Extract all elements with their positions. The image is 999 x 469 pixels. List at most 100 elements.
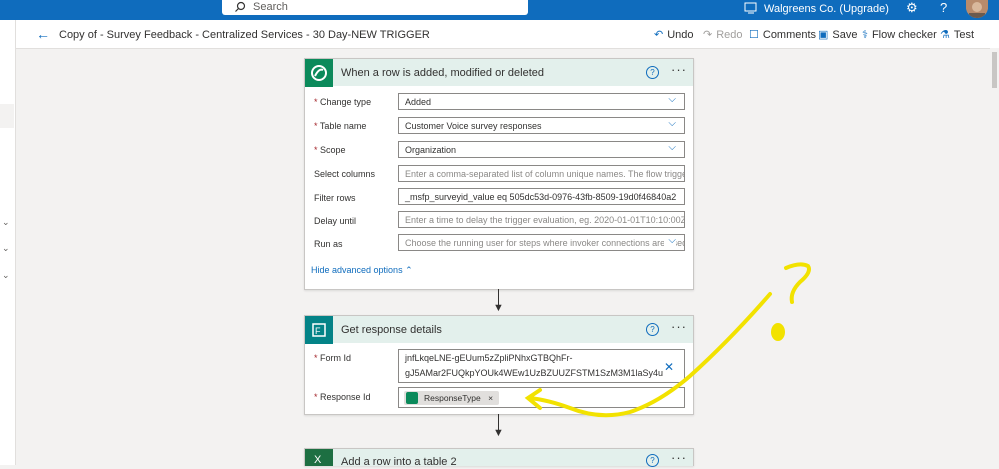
settings-gear-icon[interactable]: ⚙: [906, 0, 918, 16]
svg-text:X: X: [314, 454, 322, 466]
comments-button[interactable]: ☐ Comments: [749, 28, 816, 41]
hide-advanced-label: Hide advanced options: [311, 265, 403, 275]
more-options-icon[interactable]: ···: [671, 319, 687, 334]
clear-close-icon[interactable]: ✕: [664, 360, 674, 374]
environment-name[interactable]: Walgreens Co. (Upgrade): [764, 3, 889, 15]
dynamic-content-token[interactable]: ResponseType ×: [404, 391, 500, 405]
save-button[interactable]: ▣ Save: [818, 28, 857, 41]
change-type-value: Added: [405, 97, 432, 107]
delay-until-label: Delay until: [314, 216, 357, 226]
redo-label: Redo: [716, 29, 743, 41]
change-type-label: * Change type: [314, 97, 371, 107]
undo-button[interactable]: ↶ Undo: [654, 28, 694, 41]
hide-advanced-options-link[interactable]: Hide advanced options ⌃: [311, 265, 413, 276]
undo-label: Undo: [667, 29, 694, 41]
select-columns-label: Select columns: [314, 169, 376, 179]
search-placeholder: Search: [253, 1, 288, 13]
excel-icon: X: [305, 449, 333, 466]
chevron-down-icon: ⌵: [664, 235, 676, 246]
test-button[interactable]: ⚗ Test: [940, 28, 974, 41]
environment-icon: [744, 2, 758, 17]
get-response-details-card: F Get response details ? ··· * Form Id j…: [304, 315, 694, 415]
chevron-down-icon[interactable]: ⌄: [2, 217, 10, 228]
run-as-label: Run as: [314, 239, 343, 249]
trigger-card-title: When a row is added, modified or deleted: [341, 67, 545, 79]
left-navigation-rail: ⌄ ⌄ ⌄: [0, 20, 16, 465]
dataverse-token-icon: [406, 392, 418, 404]
token-label: ResponseType: [424, 393, 481, 403]
help-circle-icon[interactable]: ?: [646, 323, 659, 336]
chevron-down-icon[interactable]: ⌄: [2, 270, 10, 281]
table-name-value: Customer Voice survey responses: [405, 121, 542, 131]
stethoscope-icon: ⚕: [862, 29, 868, 41]
filter-rows-label: Filter rows: [314, 193, 356, 203]
flow-checker-button[interactable]: ⚕ Flow checker: [862, 28, 937, 41]
search-icon: [234, 1, 246, 16]
filter-rows-input[interactable]: _msfp_surveyid_value eq 505dc53d-0976-43…: [398, 188, 685, 205]
table-name-dropdown[interactable]: Customer Voice survey responses ⌵: [398, 117, 685, 134]
required-marker: *: [314, 145, 318, 155]
select-columns-placeholder: Enter a comma-separated list of column u…: [405, 169, 684, 179]
search-box[interactable]: Search: [222, 0, 528, 15]
redo-button[interactable]: ↷ Redo: [703, 28, 743, 41]
help-circle-icon[interactable]: ?: [646, 454, 659, 467]
back-arrow-icon[interactable]: ←: [36, 26, 50, 42]
trigger-card: When a row is added, modified or deleted…: [304, 58, 694, 290]
comments-label: Comments: [762, 29, 817, 41]
forms-icon: F: [305, 316, 333, 344]
save-icon: ▣: [818, 29, 829, 41]
add-row-into-table-card: X Add a row into a table 2 ? ···: [304, 448, 694, 468]
form-id-label: * Form Id: [314, 353, 351, 363]
scope-value: Organization: [405, 145, 457, 155]
left-rail-selected-item[interactable]: [0, 104, 14, 128]
chevron-up-icon: ⌃: [405, 265, 413, 275]
form-id-label-text: Form Id: [320, 353, 352, 363]
redo-icon: ↷: [703, 29, 713, 41]
avatar[interactable]: [966, 0, 988, 18]
required-marker: *: [314, 121, 318, 131]
response-card-title: Get response details: [341, 324, 442, 336]
excel-card-title: Add a row into a table 2: [341, 456, 457, 468]
response-card-header[interactable]: F Get response details ? ···: [305, 316, 693, 344]
change-type-dropdown[interactable]: Added ⌵: [398, 93, 685, 110]
trigger-card-header[interactable]: When a row is added, modified or deleted…: [305, 59, 693, 87]
help-icon[interactable]: ?: [940, 0, 947, 15]
scope-dropdown[interactable]: Organization ⌵: [398, 141, 685, 158]
table-name-label: * Table name: [314, 121, 366, 131]
scrollbar-thumb[interactable]: [992, 52, 997, 88]
filter-rows-value: _msfp_surveyid_value eq 505dc53d-0976-43…: [405, 192, 677, 202]
form-id-line-1: jnfLkqeLNE-gEUum5zZpliPNhxGTBQhFr-: [405, 353, 573, 363]
chevron-down-icon: ⌵: [668, 142, 676, 153]
scope-label: * Scope: [314, 145, 346, 155]
arrow-down-icon: ▼: [493, 427, 504, 439]
more-options-icon[interactable]: ···: [671, 62, 687, 77]
more-options-icon[interactable]: ···: [671, 450, 687, 465]
run-as-placeholder: Choose the running user for steps where …: [405, 238, 685, 248]
response-id-input[interactable]: ResponseType ×: [398, 387, 685, 408]
required-marker: *: [314, 353, 318, 363]
required-marker: *: [314, 97, 318, 107]
undo-icon: ↶: [654, 29, 664, 41]
flask-icon: ⚗: [940, 29, 950, 41]
token-remove-icon[interactable]: ×: [488, 393, 493, 403]
comment-icon: ☐: [749, 29, 759, 41]
svg-text:F: F: [315, 326, 321, 336]
required-marker: *: [314, 392, 318, 402]
test-label: Test: [953, 29, 975, 41]
chevron-down-icon[interactable]: ⌄: [2, 243, 10, 254]
flow-checker-label: Flow checker: [871, 29, 937, 41]
excel-card-header[interactable]: X Add a row into a table 2 ? ···: [305, 449, 693, 468]
flow-title: Copy of - Survey Feedback - Centralized …: [59, 29, 430, 41]
delay-until-input[interactable]: Enter a time to delay the trigger evalua…: [398, 211, 685, 228]
form-id-input[interactable]: jnfLkqeLNE-gEUum5zZpliPNhxGTBQhFr- gJ5AM…: [398, 349, 685, 383]
response-id-label: * Response Id: [314, 392, 371, 402]
top-bar: Search Walgreens Co. (Upgrade) ⚙ ?: [0, 0, 999, 20]
response-id-label-text: Response Id: [320, 392, 371, 402]
help-circle-icon[interactable]: ?: [646, 66, 659, 79]
run-as-dropdown[interactable]: Choose the running user for steps where …: [398, 234, 685, 251]
delay-until-placeholder: Enter a time to delay the trigger evalua…: [405, 215, 685, 225]
select-columns-input[interactable]: Enter a comma-separated list of column u…: [398, 165, 685, 182]
chevron-down-icon: ⌵: [668, 118, 676, 129]
canvas-scrollbar[interactable]: [990, 48, 999, 465]
dataverse-icon: [305, 59, 333, 87]
